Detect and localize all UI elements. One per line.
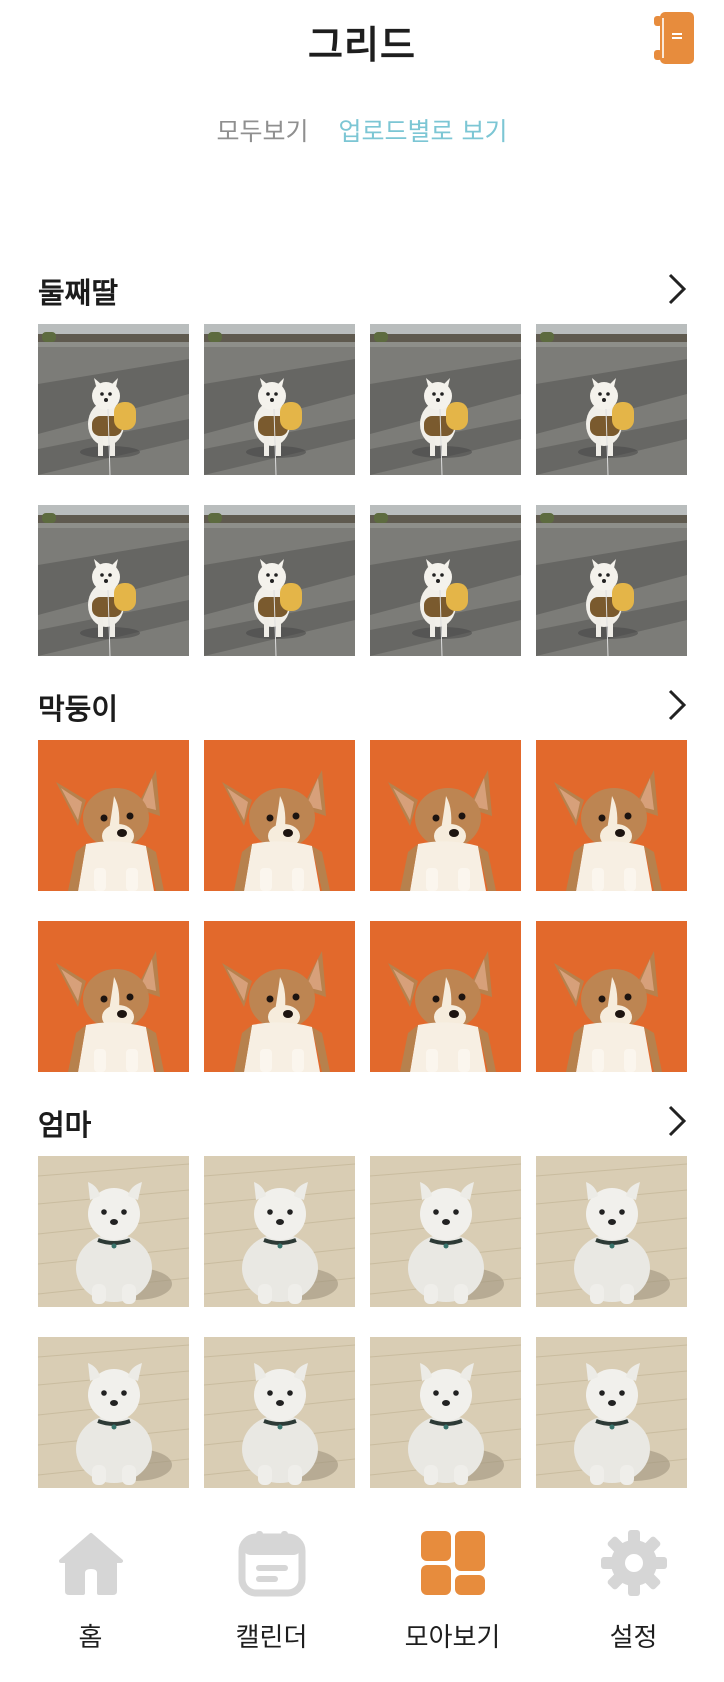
photo-thumbnail[interactable] <box>536 740 687 891</box>
photo-thumbnail[interactable] <box>370 324 521 475</box>
photo-grid <box>0 740 724 1072</box>
chevron-right-icon[interactable] <box>662 270 692 308</box>
section-title: 막둥이 <box>38 692 119 726</box>
photo-thumbnail[interactable] <box>38 740 189 891</box>
photo-thumbnail[interactable] <box>38 1337 189 1488</box>
tab-view-by-upload[interactable]: 업로드별로 보기 <box>339 112 508 152</box>
book-icon[interactable] <box>654 12 694 64</box>
photo-thumbnail[interactable] <box>204 1337 355 1488</box>
chevron-right-icon[interactable] <box>662 1102 692 1140</box>
view-tabs: 모두보기 업로드별로 보기 <box>0 112 724 152</box>
nav-label: 모아보기 <box>404 1623 501 1653</box>
page-title: 그리드 <box>308 23 416 67</box>
home-icon <box>57 1529 125 1597</box>
photo-thumbnail[interactable] <box>204 740 355 891</box>
header: 그리드 <box>0 0 724 80</box>
photo-thumbnail[interactable] <box>204 921 355 1072</box>
nav-label: 설정 <box>609 1623 658 1653</box>
nav-label: 캘린더 <box>235 1623 308 1653</box>
photo-thumbnail[interactable] <box>536 1337 687 1488</box>
album-section: 엄마 <box>0 1094 724 1488</box>
grid-icon <box>419 1529 487 1597</box>
photo-thumbnail[interactable] <box>370 1156 521 1307</box>
photo-thumbnail[interactable] <box>38 324 189 475</box>
photo-thumbnail[interactable] <box>370 740 521 891</box>
photo-thumbnail[interactable] <box>370 921 521 1072</box>
nav-settings[interactable]: 설정 <box>543 1505 724 1682</box>
section-title: 엄마 <box>38 1108 92 1142</box>
photo-thumbnail[interactable] <box>536 505 687 656</box>
photo-thumbnail[interactable] <box>536 921 687 1072</box>
calendar-icon <box>238 1529 306 1597</box>
section-header: 둘째딸 <box>0 262 724 312</box>
bottom-navigation: 홈 캘린더 모아보기 설정 <box>0 1505 724 1682</box>
gear-icon <box>600 1529 668 1597</box>
tab-view-all[interactable]: 모두보기 <box>217 112 309 152</box>
photo-thumbnail[interactable] <box>38 505 189 656</box>
photo-thumbnail[interactable] <box>204 324 355 475</box>
photo-feed[interactable]: 둘째딸 막둥이 엄마 <box>0 240 724 1505</box>
album-section: 막둥이 <box>0 678 724 1072</box>
chevron-right-icon[interactable] <box>662 686 692 724</box>
photo-grid <box>0 1156 724 1488</box>
photo-thumbnail[interactable] <box>38 921 189 1072</box>
photo-thumbnail[interactable] <box>536 324 687 475</box>
app-screen: 그리드 모두보기 업로드별로 보기 둘째딸 막둥이 엄마 홈 캘린더 모아보기 … <box>0 0 724 1682</box>
section-header: 막둥이 <box>0 678 724 728</box>
photo-thumbnail[interactable] <box>536 1156 687 1307</box>
photo-thumbnail[interactable] <box>370 505 521 656</box>
nav-label: 홈 <box>78 1623 103 1653</box>
photo-thumbnail[interactable] <box>38 1156 189 1307</box>
album-section: 둘째딸 <box>0 262 724 656</box>
section-title: 둘째딸 <box>38 276 119 310</box>
nav-collection[interactable]: 모아보기 <box>362 1505 543 1682</box>
photo-thumbnail[interactable] <box>204 1156 355 1307</box>
photo-thumbnail[interactable] <box>204 505 355 656</box>
photo-grid <box>0 324 724 656</box>
section-header: 엄마 <box>0 1094 724 1144</box>
photo-thumbnail[interactable] <box>370 1337 521 1488</box>
nav-home[interactable]: 홈 <box>0 1505 181 1682</box>
nav-calendar[interactable]: 캘린더 <box>181 1505 362 1682</box>
